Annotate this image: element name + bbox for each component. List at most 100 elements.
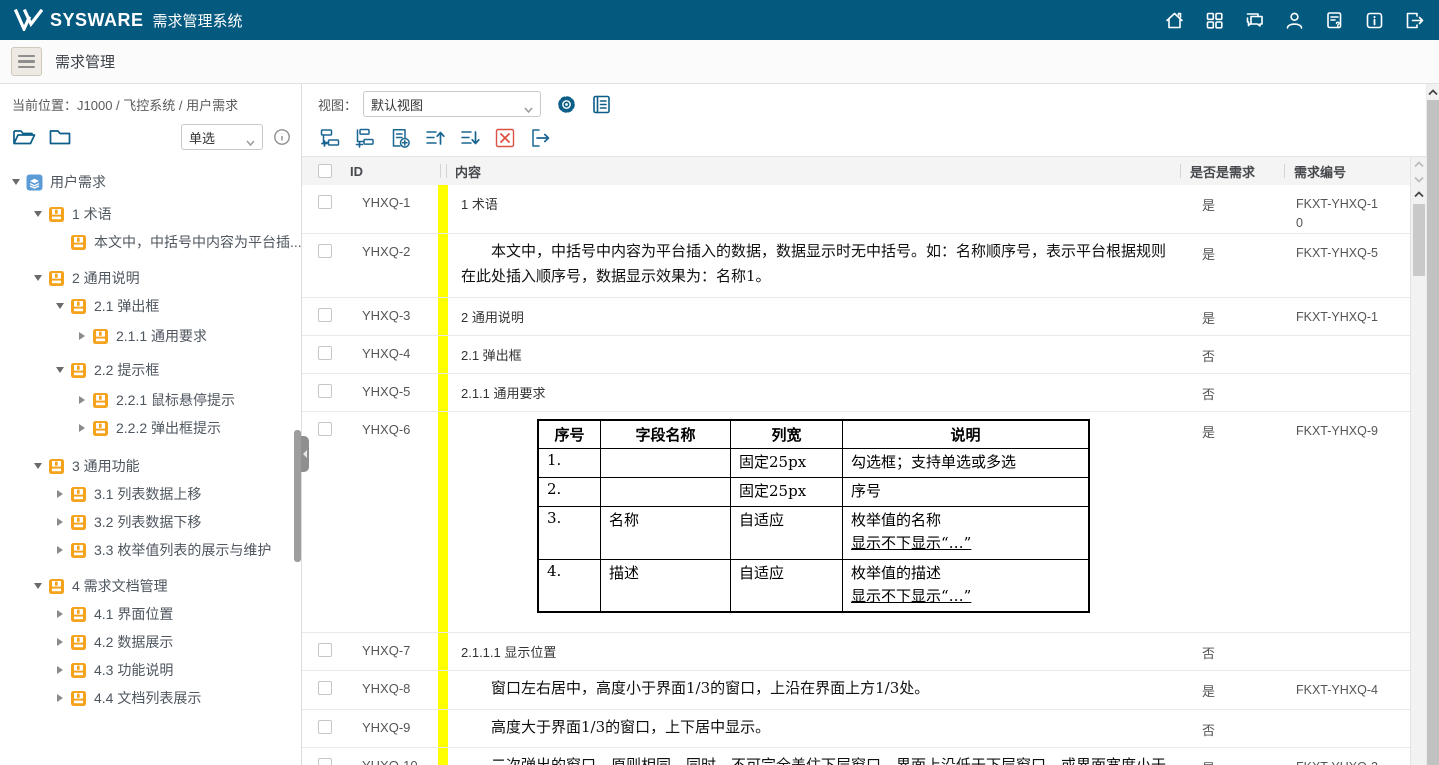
user-icon[interactable]: [1284, 10, 1305, 31]
selection-mode-select[interactable]: 单选: [181, 124, 263, 150]
table-row[interactable]: YHXQ-2 本文中，中括号中内容为平台插入的数据，数据显示时无中括号。如：名称…: [302, 234, 1410, 298]
row-highlight-bar: [438, 374, 448, 411]
tree-caret-icon[interactable]: [30, 583, 46, 589]
move-down-icon[interactable]: [459, 127, 481, 149]
row-checkbox[interactable]: [318, 422, 332, 436]
tree-item[interactable]: 3 通用功能: [0, 452, 301, 480]
tree-caret-icon[interactable]: [30, 211, 46, 217]
tree-item[interactable]: 1 术语: [0, 200, 301, 228]
notebook-icon[interactable]: [590, 93, 613, 116]
scroll-up-icon[interactable]: [1411, 157, 1427, 172]
table-row[interactable]: YHXQ-5 2.1.1 通用要求 否: [302, 374, 1410, 412]
table-row[interactable]: YHXQ-3 2 通用说明 是 FKXT-YHXQ-1: [302, 298, 1410, 336]
add-document-icon[interactable]: [389, 127, 411, 149]
select-all-checkbox[interactable]: [318, 164, 332, 178]
tree-caret-icon[interactable]: [52, 610, 68, 618]
tree-caret-icon[interactable]: [52, 694, 68, 702]
tree-caret-icon[interactable]: [8, 179, 24, 185]
requirement-doc-icon: [92, 392, 109, 409]
tree-item[interactable]: 3.1 列表数据上移: [0, 480, 301, 508]
apps-grid-icon[interactable]: [1204, 10, 1225, 31]
help-doc-icon[interactable]: [1324, 10, 1345, 31]
tree-caret-icon[interactable]: [52, 303, 68, 309]
tree-caret-icon[interactable]: [52, 490, 68, 498]
table-row[interactable]: YHXQ-7 2.1.1.1 显示位置 否: [302, 633, 1410, 671]
add-sibling-node-icon[interactable]: [319, 127, 341, 149]
tree-item[interactable]: 2.2.1 鼠标悬停提示: [0, 386, 301, 414]
tree-scrollbar-thumb[interactable]: [294, 430, 301, 562]
row-id: YHXQ-9: [348, 710, 438, 748]
tree-item[interactable]: 2.1.1 通用要求: [0, 322, 301, 350]
tree-caret-icon[interactable]: [52, 638, 68, 646]
content-heading: 2.1 弹出框: [448, 336, 1180, 373]
home-icon[interactable]: [1164, 10, 1185, 31]
menu-toggle-button[interactable]: [11, 47, 42, 76]
tree-item[interactable]: 本文中，中括号中内容为平台插...: [0, 228, 301, 256]
grid-scrollbar-thumb[interactable]: [1413, 204, 1425, 276]
table-row[interactable]: YHXQ-1 1 术语 是 FKXT-YHXQ-10: [302, 185, 1410, 234]
table-row[interactable]: YHXQ-9 高度大于界面1/3的窗口，上下居中显示。 否: [302, 710, 1410, 749]
embedded-table-cell: 枚举值的描述显示不下显示“…”: [843, 559, 1089, 612]
row-checkbox[interactable]: [318, 244, 332, 258]
content-paragraph: 二次弹出的窗口，原则相同，同时，不可完全盖住下层窗口，界面上沿低于下层窗口，或界…: [448, 748, 1180, 765]
row-checkbox[interactable]: [318, 643, 332, 657]
tree-item[interactable]: 3.2 列表数据下移: [0, 508, 301, 536]
tree-item[interactable]: 4 需求文档管理: [0, 572, 301, 600]
delete-icon[interactable]: [494, 127, 516, 149]
table-row[interactable]: YHXQ-6 序号字段名称列宽说明1.固定25px勾选框；支持单选或多选2.固定…: [302, 412, 1410, 634]
tree-item[interactable]: 4.2 数据展示: [0, 628, 301, 656]
tree-item[interactable]: 4.1 界面位置: [0, 600, 301, 628]
tree-item[interactable]: 用户需求: [0, 168, 301, 196]
row-checkbox[interactable]: [318, 346, 332, 360]
window-scrollbar-up-arrow[interactable]: [1425, 84, 1439, 100]
collapse-all-folder-icon[interactable]: [48, 127, 72, 147]
row-checkbox[interactable]: [318, 758, 332, 765]
scroll-down-icon[interactable]: [1411, 172, 1427, 187]
tree-caret-icon[interactable]: [74, 424, 90, 432]
tree-caret-icon[interactable]: [52, 546, 68, 554]
scrollbar-up-arrow[interactable]: [1411, 187, 1427, 202]
window-scrollbar-thumb[interactable]: [1427, 100, 1439, 765]
tree-caret-icon[interactable]: [52, 367, 68, 373]
row-requirement-number: [1284, 710, 1410, 748]
tree-item[interactable]: 2.2 提示框: [0, 356, 301, 384]
table-row[interactable]: YHXQ-8 窗口左右居中，高度小于界面1/3的窗口，上沿在界面上方1/3处。 …: [302, 671, 1410, 710]
tree-caret-icon[interactable]: [52, 666, 68, 674]
row-checkbox[interactable]: [318, 720, 332, 734]
tree-caret-icon[interactable]: [52, 518, 68, 526]
row-checkbox[interactable]: [318, 195, 332, 209]
tree-item[interactable]: 4.3 功能说明: [0, 656, 301, 684]
row-checkbox[interactable]: [318, 681, 332, 695]
row-is-requirement: 是: [1180, 298, 1284, 335]
table-row[interactable]: YHXQ-4 2.1 弹出框 否: [302, 336, 1410, 374]
view-select[interactable]: 默认视图: [363, 91, 541, 117]
row-id: YHXQ-6: [348, 412, 438, 633]
tree-caret-icon[interactable]: [30, 275, 46, 281]
move-up-icon[interactable]: [424, 127, 446, 149]
embedded-table-cell: 描述: [601, 559, 731, 612]
tree-caret-icon[interactable]: [74, 332, 90, 340]
row-checkbox[interactable]: [318, 308, 332, 322]
info-circle-icon[interactable]: [273, 128, 291, 146]
content-paragraph: 高度大于界面1/3的窗口，上下居中显示。: [448, 710, 1180, 748]
title-bar: 需求管理: [0, 40, 1439, 84]
logout-icon[interactable]: [1404, 10, 1425, 31]
panel-splitter-handle[interactable]: [301, 436, 309, 472]
tree-item[interactable]: 3.3 枚举值列表的展示与维护: [0, 536, 301, 564]
row-checkbox[interactable]: [318, 384, 332, 398]
tree-item[interactable]: 2.2.2 弹出框提示: [0, 414, 301, 442]
expand-all-folder-icon[interactable]: [12, 127, 36, 147]
embedded-table-header: 字段名称: [601, 420, 731, 448]
move-out-icon[interactable]: [529, 127, 551, 149]
table-row[interactable]: YHXQ-10 二次弹出的窗口，原则相同，同时，不可完全盖住下层窗口，界面上沿低…: [302, 748, 1410, 765]
messages-icon[interactable]: [1244, 10, 1265, 31]
add-child-node-icon[interactable]: [354, 127, 376, 149]
tree-item[interactable]: 2.1 弹出框: [0, 292, 301, 320]
tree-item[interactable]: 4.4 文档列表展示: [0, 684, 301, 712]
info-icon[interactable]: [1364, 10, 1385, 31]
tree-caret-icon[interactable]: [74, 396, 90, 404]
tree-caret-icon[interactable]: [30, 463, 46, 469]
gear-icon[interactable]: [555, 93, 578, 116]
tree-item[interactable]: 2 通用说明: [0, 264, 301, 292]
requirement-doc-icon: [70, 542, 87, 559]
